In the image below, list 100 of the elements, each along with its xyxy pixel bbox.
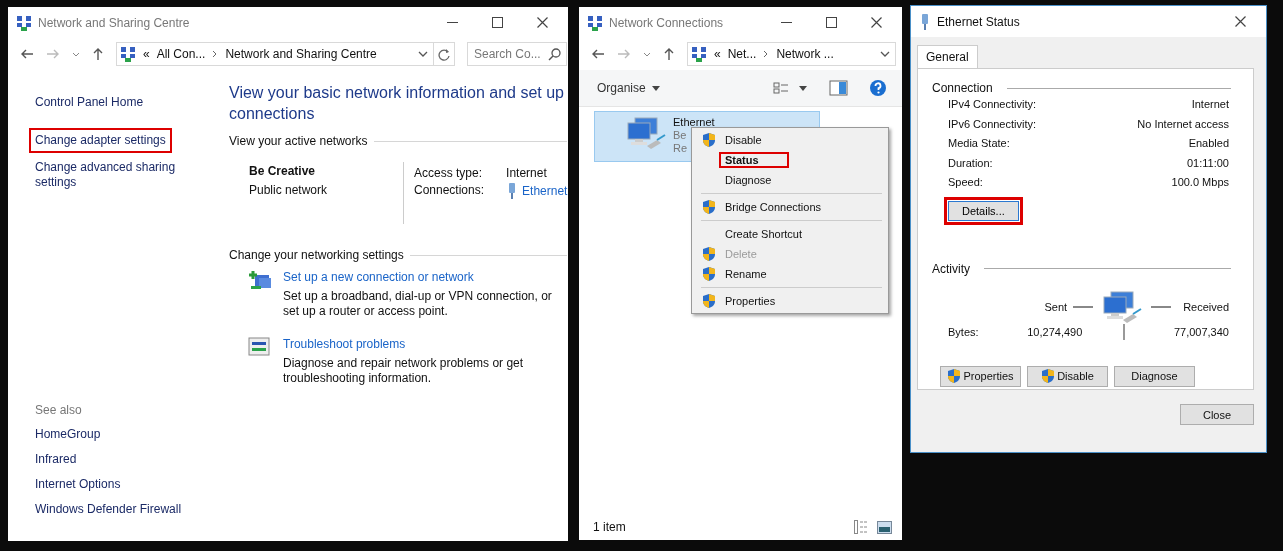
network-name: Be Creative [249, 163, 317, 180]
shield-icon [702, 199, 716, 215]
breadcrumb[interactable]: Network and Sharing Centre [225, 47, 377, 61]
window-title: Ethernet Status [937, 14, 1020, 29]
task-description: Set up a broadband, dial-up or VPN connection, or set up a router or access point. [283, 289, 553, 319]
sidebar-link[interactable]: Change adapter settings [29, 128, 172, 153]
sidebar-link[interactable]: Change advanced sharing settings [29, 155, 191, 195]
shield-icon [702, 132, 716, 148]
field-label: Connections: [414, 183, 485, 199]
bytes-sent: 10,274,490 [1027, 325, 1084, 338]
task-link[interactable]: Troubleshoot problems [283, 337, 558, 352]
field-value: Enabled [1188, 136, 1229, 151]
refresh-icon[interactable] [437, 47, 451, 61]
address-bar[interactable]: « All Con... Network and Sharing Centre [116, 42, 434, 66]
breadcrumb[interactable]: All Con... [156, 47, 206, 61]
organise-menu[interactable]: Organise [597, 81, 660, 95]
back-icon[interactable] [20, 48, 34, 60]
see-also-heading: See also [34, 403, 83, 417]
network-icon [120, 46, 136, 62]
dropdown-icon[interactable] [418, 51, 428, 57]
field-label: Speed: [948, 175, 983, 190]
up-icon[interactable] [92, 47, 104, 61]
access-type: Internet [506, 166, 548, 180]
page-heading: View your basic network information and set up connections [229, 83, 565, 124]
recent-dropdown-icon[interactable] [643, 51, 651, 57]
tab[interactable]: General [917, 45, 978, 68]
sidebar-link[interactable]: Windows Defender Firewall [29, 498, 188, 521]
breadcrumb[interactable]: Network ... [776, 47, 834, 61]
connection-name: Ethernet [673, 116, 715, 129]
maximize-icon[interactable] [492, 17, 503, 28]
field-value: Internet [1191, 97, 1229, 112]
item-count: 1 item [593, 520, 626, 534]
connection-detail: Be [673, 129, 687, 142]
breadcrumb-overflow[interactable]: « [714, 47, 721, 61]
section-label: Change your networking settings [229, 248, 404, 262]
details-view-icon[interactable] [854, 520, 869, 534]
field-value: 01:11:00 [1187, 155, 1229, 171]
divider-line [1123, 323, 1126, 340]
dialog-button[interactable]: Disable [1027, 365, 1108, 387]
close-button[interactable]: Close [1180, 404, 1254, 425]
new-connection-icon [248, 270, 272, 290]
breadcrumb[interactable]: Net... [727, 47, 757, 61]
breadcrumb-overflow[interactable]: « [143, 47, 150, 61]
connection-detail: Re [673, 142, 688, 155]
dropdown-icon[interactable] [880, 51, 890, 57]
address-bar[interactable]: « Net... Network ... [687, 42, 896, 66]
field-label: Media State: [948, 136, 1010, 151]
sidebar-link[interactable]: Internet Options [29, 473, 127, 496]
field-label: IPv4 Connectivity: [948, 97, 1037, 112]
back-icon[interactable] [591, 48, 605, 60]
network-adapter-icon [1101, 289, 1144, 324]
network-type: Public network [249, 182, 329, 199]
menu-item[interactable]: Diagnose [692, 170, 888, 190]
received-label: Received [1183, 300, 1229, 313]
task-link[interactable]: Set up a new connection or network [283, 270, 558, 285]
field-label: IPv6 Connectivity: [948, 116, 1037, 132]
view-options-icon[interactable] [773, 82, 789, 94]
field-label: Duration: [948, 155, 993, 171]
search-field[interactable]: Search Co... [467, 42, 567, 66]
up-icon[interactable] [663, 47, 675, 61]
network-connections-icon [587, 14, 603, 31]
maximize-icon[interactable] [826, 17, 837, 28]
recent-dropdown-icon[interactable] [72, 51, 80, 57]
details-button[interactable]: Details... [944, 196, 1023, 225]
task-description: Diagnose and repair network problems or get troubleshooting information. [283, 356, 525, 386]
shield-icon [702, 246, 716, 262]
field-value: 100.0 Mbps [1171, 175, 1229, 190]
section-label: Connection [932, 81, 993, 95]
dialog-button[interactable]: Properties [940, 365, 1021, 387]
section-label: View your active networks [229, 134, 368, 148]
leader-line [1073, 305, 1094, 308]
close-icon[interactable] [1235, 16, 1246, 27]
chevron-icon [763, 50, 770, 58]
field-label: Access type: [414, 166, 484, 180]
sent-label: Sent [1044, 300, 1068, 313]
caret-icon [651, 85, 660, 91]
help-icon[interactable] [870, 80, 886, 96]
bytes-received: 77,007,340 [1173, 325, 1229, 338]
menu-item[interactable]: Rename [692, 264, 888, 284]
shield-icon [1041, 368, 1056, 384]
chevron-icon [212, 50, 219, 58]
sidebar-link[interactable]: HomeGroup [29, 423, 107, 446]
ethernet-link[interactable]: Ethernet [522, 184, 568, 198]
large-icons-view-icon[interactable] [877, 520, 892, 534]
window-title: Network Connections [609, 15, 724, 30]
dialog-button[interactable]: Diagnose [1114, 365, 1195, 387]
shield-icon [947, 368, 962, 384]
sidebar-link[interactable]: Control Panel Home [29, 90, 150, 115]
network-adapter-icon [625, 116, 667, 150]
caret-icon[interactable] [799, 85, 807, 91]
window-title: Network and Sharing Centre [38, 15, 190, 30]
section-label: Activity [932, 261, 970, 276]
shield-icon [702, 266, 716, 282]
close-icon[interactable] [871, 17, 882, 28]
close-icon[interactable] [537, 17, 548, 28]
network-icon [691, 46, 707, 62]
plug-icon [919, 13, 931, 30]
preview-pane-icon[interactable] [829, 80, 848, 96]
shield-icon [702, 293, 716, 309]
sidebar-link[interactable]: Infrared [29, 448, 83, 471]
